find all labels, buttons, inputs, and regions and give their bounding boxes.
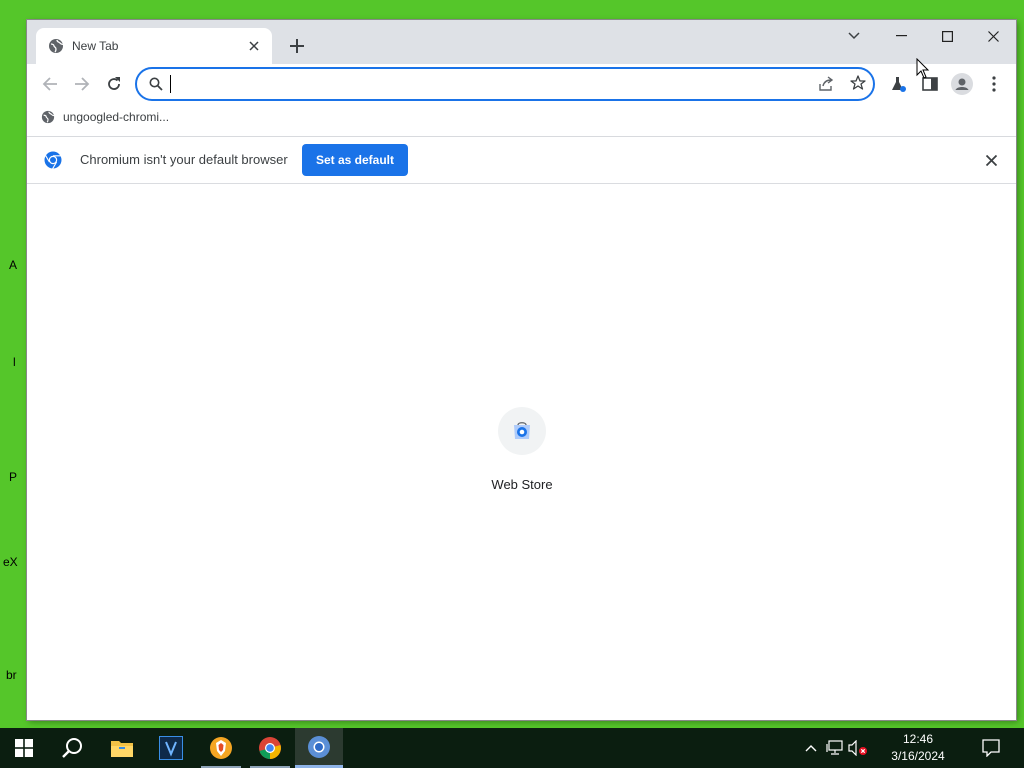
- tab-title: New Tab: [72, 39, 119, 53]
- maximize-button[interactable]: [924, 20, 970, 52]
- taskbar-chromium[interactable]: [295, 728, 343, 768]
- file-explorer-icon: [111, 741, 133, 757]
- infobar-message: Chromium isn't your default browser: [80, 152, 288, 167]
- network-button[interactable]: [825, 738, 845, 758]
- tab-search-icon: [848, 32, 860, 40]
- clock-time: 12:46: [902, 732, 934, 746]
- brave-icon: [210, 737, 232, 759]
- desktop-icon-label: P: [9, 470, 18, 484]
- minimize-button[interactable]: [878, 20, 924, 52]
- maximize-icon: [941, 30, 953, 42]
- address-input[interactable]: [171, 74, 775, 96]
- reload-button[interactable]: [102, 72, 126, 96]
- back-icon: [42, 77, 57, 91]
- volume-muted-icon: [848, 740, 867, 756]
- mouse-cursor-icon: [916, 58, 930, 79]
- profile-button[interactable]: [950, 72, 974, 96]
- desktop-icon-label: br: [6, 668, 17, 682]
- close-icon: [987, 30, 999, 42]
- search-icon: [62, 738, 82, 758]
- search-icon: [149, 77, 163, 91]
- tab-search-button[interactable]: [831, 20, 877, 52]
- forward-button[interactable]: [70, 72, 94, 96]
- start-button[interactable]: [0, 728, 48, 768]
- chevron-up-icon: [805, 745, 817, 752]
- action-center-button[interactable]: [981, 738, 1001, 758]
- reload-icon: [108, 77, 120, 90]
- shortcut-web-store[interactable]: Web Store: [482, 407, 562, 492]
- close-icon[interactable]: [246, 38, 262, 54]
- shortcut-label: Web Store: [491, 477, 553, 492]
- star-icon[interactable]: [850, 75, 866, 91]
- menu-kebab-icon: [992, 76, 996, 92]
- globe-icon: [41, 110, 55, 124]
- forward-icon: [75, 77, 90, 91]
- network-icon: [826, 740, 843, 755]
- globe-icon: [49, 39, 64, 53]
- taskbar: 12:46 3/16/2024: [0, 728, 1024, 768]
- taskbar-clock[interactable]: 12:46 3/16/2024: [868, 731, 968, 765]
- toolbar: [27, 64, 1016, 104]
- profile-icon: [951, 73, 973, 95]
- browser-window: New Tab ungoogled-chromi... Chromium isn…: [27, 20, 1016, 720]
- address-bar[interactable]: [135, 67, 875, 101]
- close-icon[interactable]: [986, 155, 997, 166]
- plus-icon: [290, 39, 304, 53]
- start-icon: [15, 739, 33, 757]
- bookmark-label: ungoogled-chromi...: [63, 110, 170, 124]
- desktop-icon-label: A: [9, 258, 18, 272]
- show-hidden-icons-button[interactable]: [801, 738, 821, 758]
- taskbar-search-button[interactable]: [48, 728, 96, 768]
- bookmarks-bar: ungoogled-chromi...: [27, 104, 1016, 137]
- taskbar-chrome[interactable]: [246, 728, 294, 768]
- desktop-icon-label: eX: [3, 555, 18, 569]
- new-tab-page: Web Store: [27, 184, 1016, 720]
- share-icon[interactable]: [819, 76, 835, 91]
- shortcut-icon-circle: [498, 407, 546, 455]
- tab-new-tab[interactable]: New Tab: [36, 28, 272, 64]
- web-store-icon: [514, 422, 530, 439]
- notification-icon: [982, 739, 1000, 757]
- app-v-icon: [159, 736, 183, 760]
- volume-button[interactable]: [848, 738, 868, 758]
- back-button[interactable]: [38, 72, 62, 96]
- clock-date: 3/16/2024: [891, 749, 945, 763]
- default-browser-infobar: Chromium isn't your default browser Set …: [27, 137, 1016, 184]
- minimize-icon: [895, 35, 907, 37]
- chrome-icon: [259, 737, 281, 759]
- close-window-button[interactable]: [970, 20, 1016, 52]
- labs-flask-icon: [892, 77, 906, 92]
- taskbar-app-v[interactable]: [147, 728, 195, 768]
- tab-strip: New Tab: [27, 20, 1016, 64]
- chromium-logo-icon: [44, 151, 62, 169]
- taskbar-file-explorer[interactable]: [98, 728, 146, 768]
- desktop-icon-label: l: [13, 355, 16, 369]
- set-as-default-button[interactable]: Set as default: [302, 144, 408, 176]
- labs-button[interactable]: [886, 72, 910, 96]
- bookmark-item[interactable]: ungoogled-chromi...: [41, 110, 169, 124]
- taskbar-brave[interactable]: [197, 728, 245, 768]
- new-tab-button[interactable]: [287, 36, 307, 56]
- menu-button[interactable]: [982, 72, 1006, 96]
- chromium-icon: [308, 735, 330, 758]
